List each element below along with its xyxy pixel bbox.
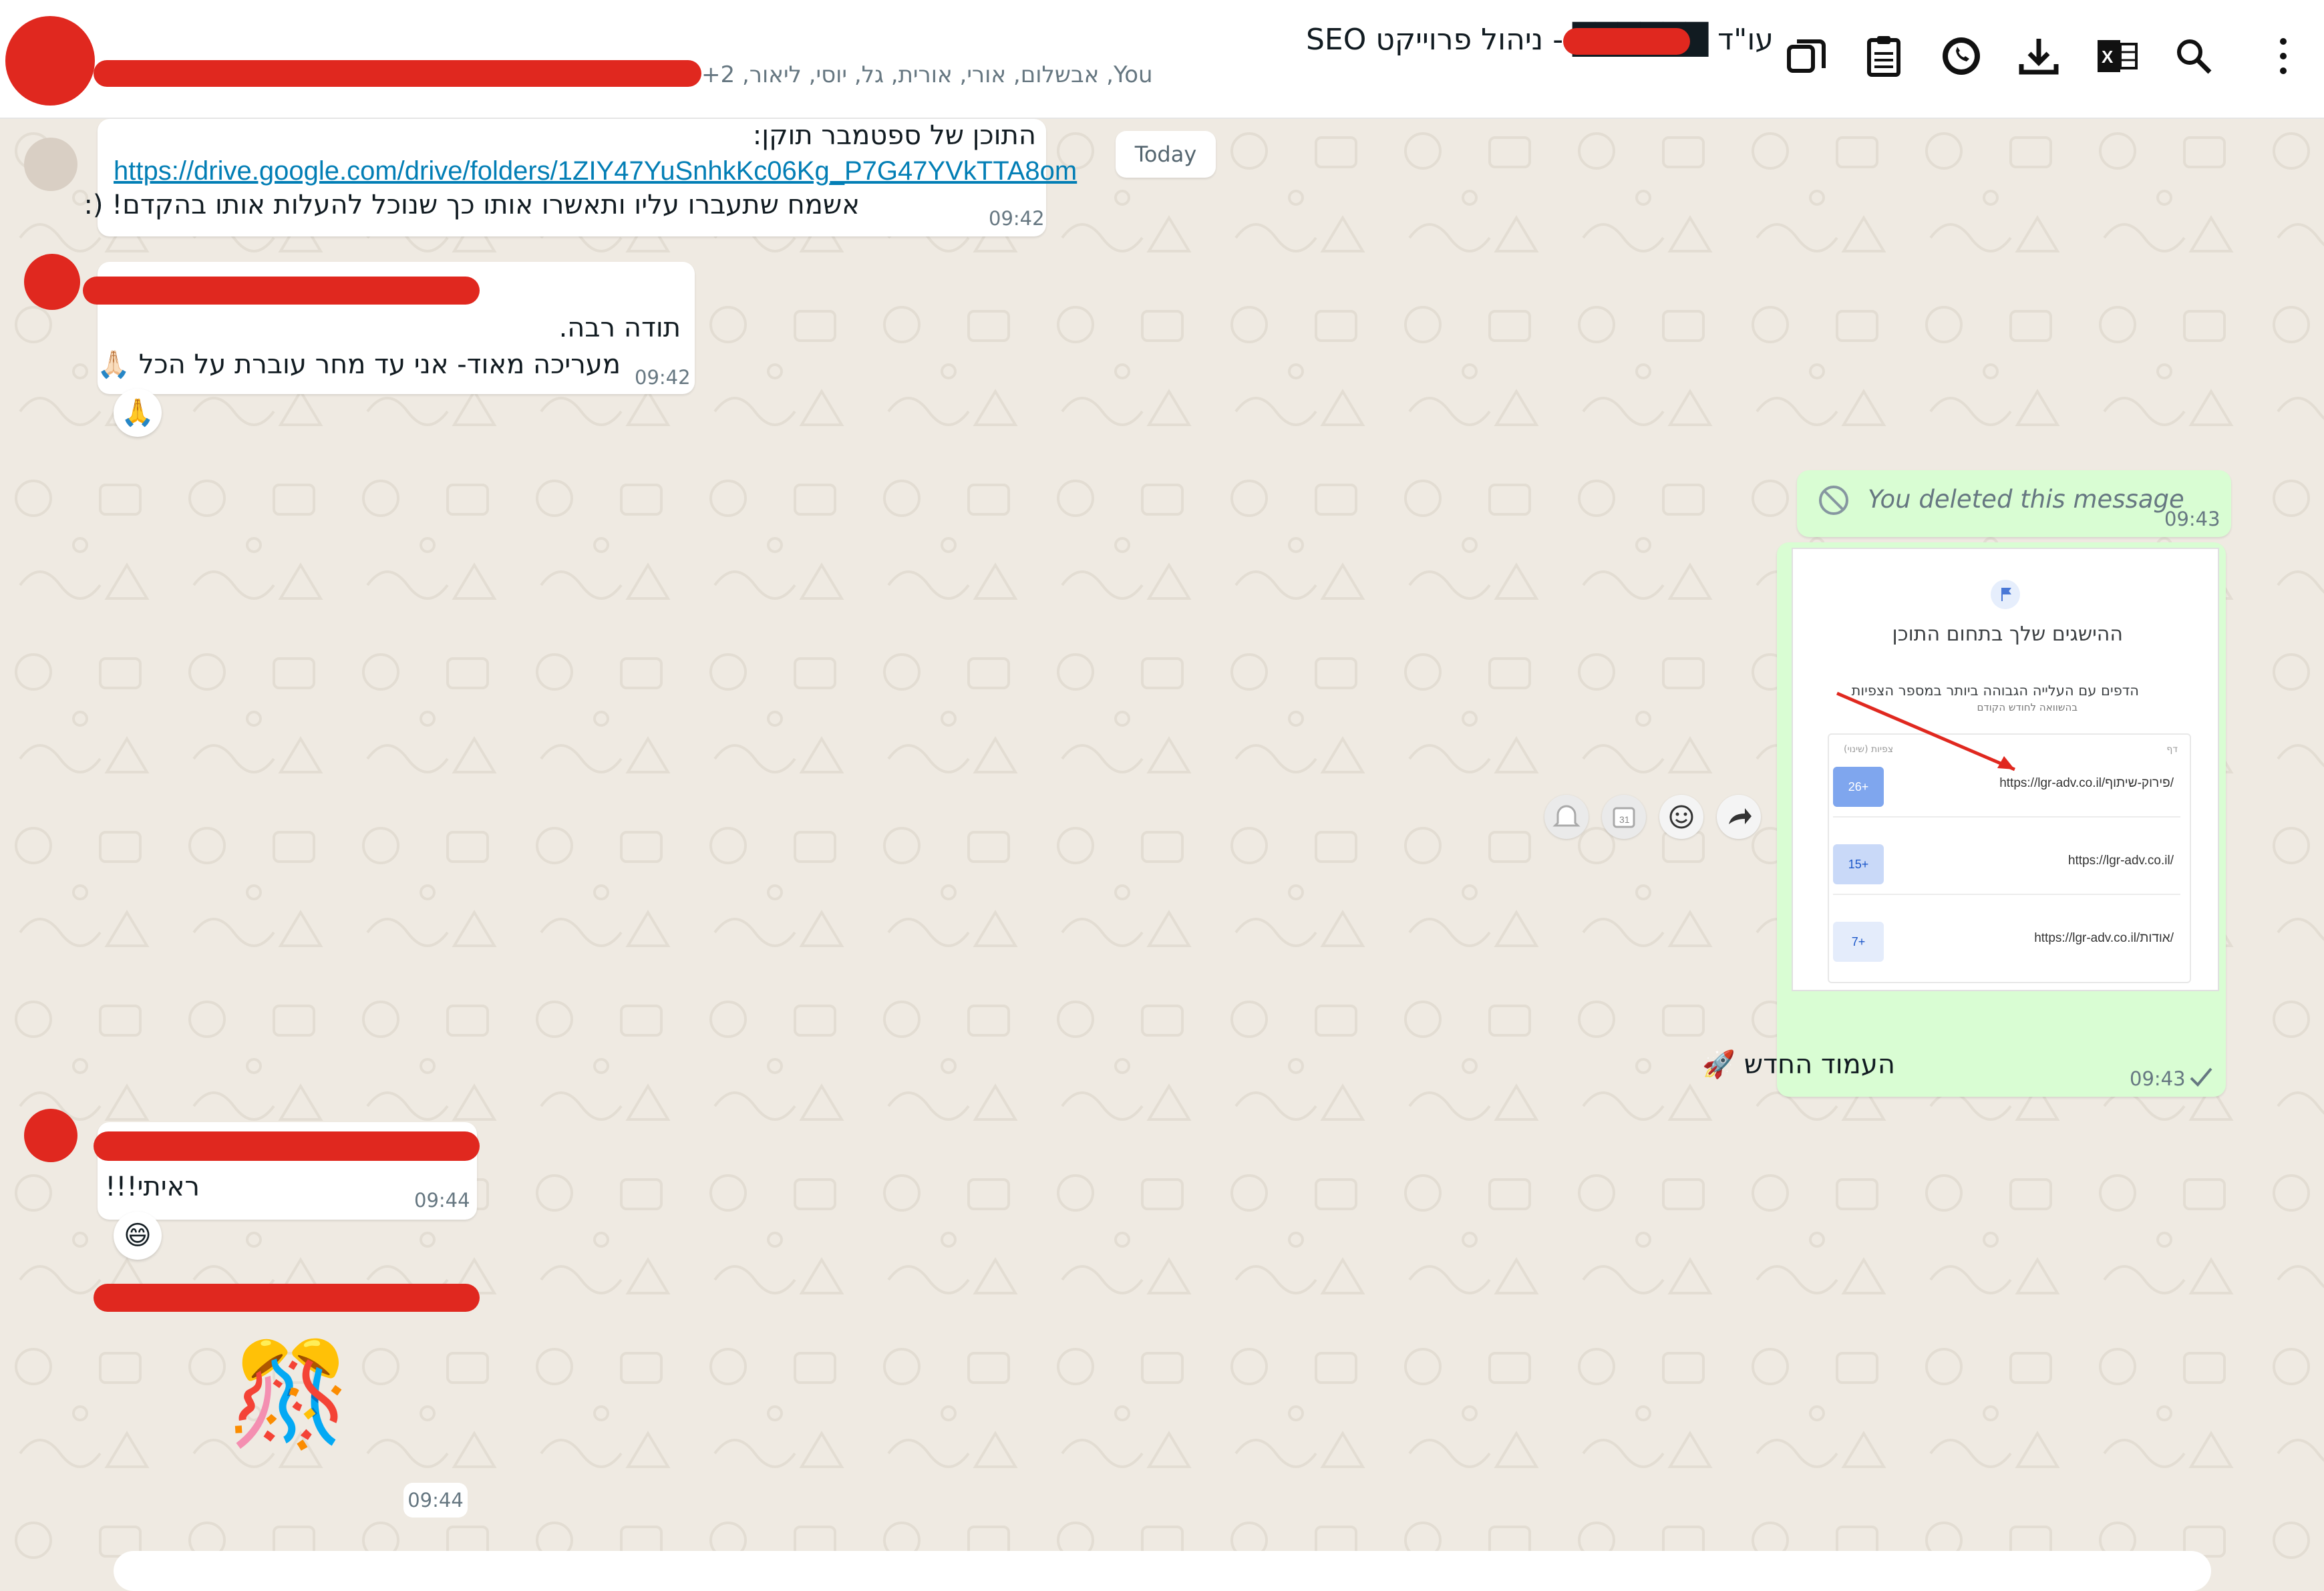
message-text: תודה רבה. <box>558 313 681 343</box>
copy-icon[interactable] <box>1782 32 1830 80</box>
participants-list[interactable]: You, אבשלום, אורי, אורית, גל, יוסי, ליאו… <box>701 61 1153 88</box>
message-text: התוכן של ספטמבר תוקן: <box>752 120 1036 151</box>
more-icon[interactable] <box>2259 32 2307 80</box>
group-name-redaction <box>94 60 701 87</box>
forward-icon[interactable] <box>1717 795 1761 839</box>
deleted-icon <box>1817 484 1850 517</box>
emoji-react-icon[interactable] <box>1659 795 1703 839</box>
calendar-icon[interactable]: 31 <box>1602 795 1646 839</box>
shared-screenshot-image[interactable]: ההישגים שלך בתחום התוכן הדפים עם העלייה … <box>1792 548 2219 991</box>
message-link[interactable]: https://drive.google.com/drive/folders/1… <box>114 156 1077 186</box>
deleted-message-text: You deleted this message <box>1868 485 2184 514</box>
download-icon[interactable] <box>2015 32 2063 80</box>
sender-avatar[interactable] <box>24 1109 77 1162</box>
message-composer[interactable] <box>114 1551 2211 1591</box>
message-time: 09:43 <box>2130 1067 2186 1090</box>
sender-avatar[interactable] <box>24 138 77 191</box>
image-caption: העמוד החדש 🚀 <box>1702 1049 1895 1080</box>
message-text: אשמח שתעברו עליו ותאשרו אותו כך שנוכל לה… <box>84 190 860 220</box>
sent-check-icon <box>2187 1063 2214 1090</box>
message-time: 09:44 <box>414 1189 470 1212</box>
chat-title[interactable]: עו"ד ██████ - ניהול פרוייקט SEO <box>1306 23 1774 57</box>
title-redaction <box>1563 28 1690 55</box>
notify-icon[interactable] <box>1544 795 1589 839</box>
group-avatar[interactable] <box>5 16 95 106</box>
message-time: 09:44 <box>403 1483 468 1518</box>
excel-icon[interactable]: X <box>2092 32 2140 80</box>
svg-text:31: 31 <box>1619 814 1630 825</box>
sender-name-redaction <box>94 1284 480 1312</box>
sender-name-redaction <box>83 277 480 305</box>
clipboard-icon[interactable] <box>1860 32 1908 80</box>
message-text: ראיתי!!! <box>105 1172 200 1202</box>
message-reaction[interactable]: 😄 <box>114 1212 162 1260</box>
message-time: 09:42 <box>635 366 691 389</box>
message-time: 09:43 <box>2164 508 2220 530</box>
confetti-sticker[interactable]: 🎊 <box>227 1335 352 1455</box>
message-text: מעריכה מאוד- אני עד מחר עוברת על הכל 🙏🏻 <box>97 349 621 380</box>
whatsapp-icon[interactable] <box>1937 32 1985 80</box>
date-separator: Today <box>1116 131 1216 178</box>
message-reaction[interactable]: 🙏 <box>114 389 162 437</box>
chat-header: You, אבשלום, אורי, אורית, גל, יוסי, ליאו… <box>0 0 2324 119</box>
svg-text:X: X <box>2102 47 2114 67</box>
red-arrow-annotation <box>1836 691 2015 771</box>
sender-avatar[interactable] <box>24 254 80 310</box>
sender-name-redaction <box>94 1131 480 1161</box>
search-icon[interactable] <box>2170 32 2218 80</box>
message-time: 09:42 <box>989 207 1045 230</box>
